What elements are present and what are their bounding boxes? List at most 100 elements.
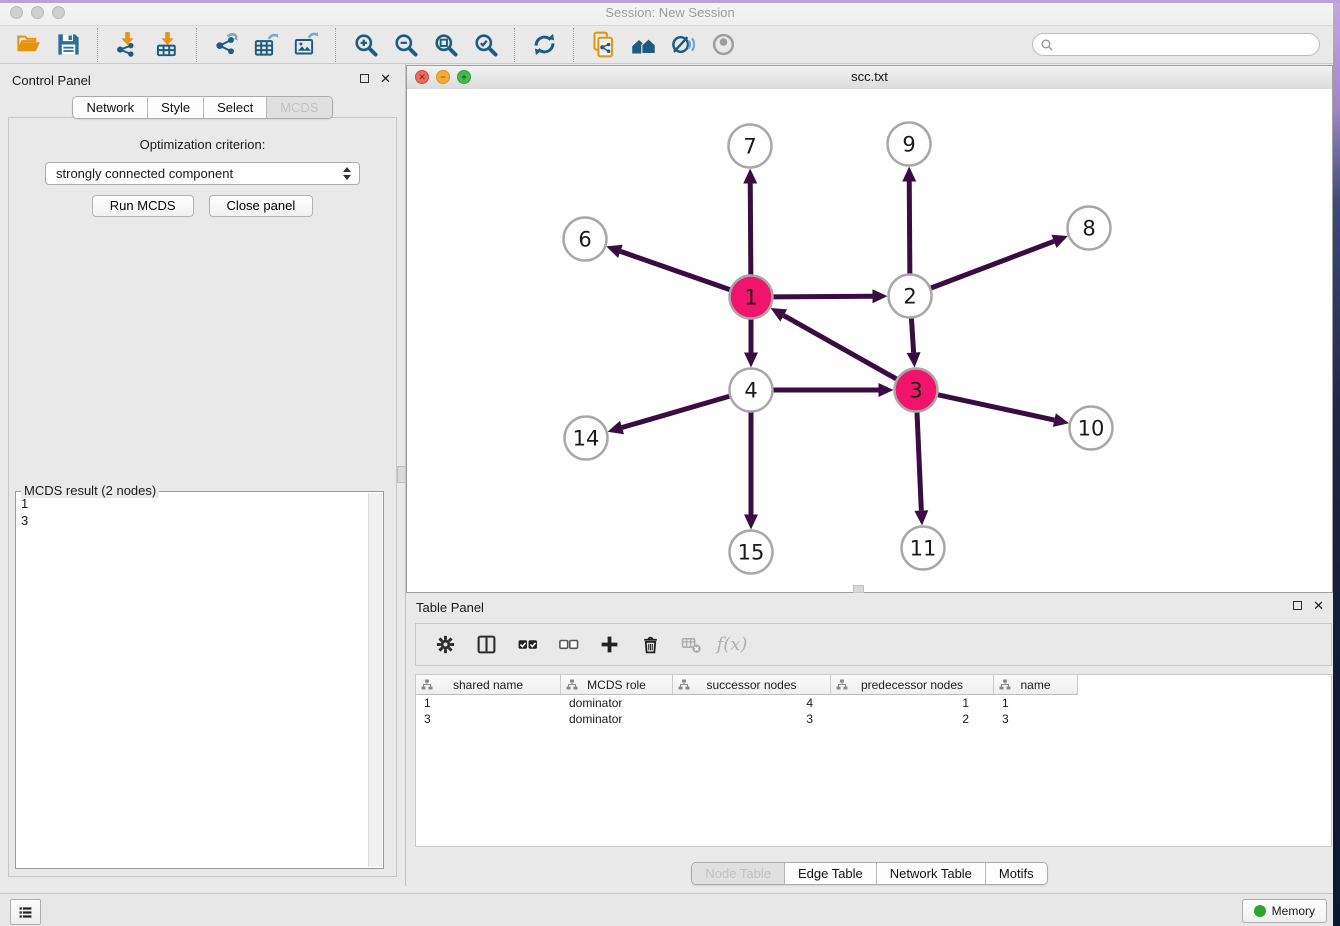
window-zoom-button[interactable]	[52, 6, 65, 19]
export-network-button[interactable]	[206, 29, 246, 61]
control-panel-float-icon[interactable]	[360, 74, 369, 83]
node-table: shared nameMCDS rolesuccessor nodesprede…	[415, 674, 1332, 847]
column-header-shared-name[interactable]: shared name	[416, 675, 561, 695]
optimization-criterion-value: strongly connected component	[56, 166, 233, 181]
delete-selected-rows-button[interactable]	[633, 630, 667, 660]
control-panel-title: Control Panel	[12, 73, 91, 88]
table-cell: dominator	[561, 712, 673, 726]
graph-edge-1-2[interactable]	[773, 296, 872, 297]
graph-edge-2-3[interactable]	[911, 318, 913, 352]
desktop-edge-top	[0, 0, 1340, 3]
graph-node-9[interactable]: 9	[888, 123, 931, 166]
graph-edge-3-10[interactable]	[938, 395, 1054, 420]
new-network-from-selection-button[interactable]	[583, 29, 623, 61]
first-neighbors-button[interactable]	[623, 29, 663, 61]
export-table-button[interactable]	[246, 29, 286, 61]
search-icon	[1040, 38, 1054, 52]
graph-node-1[interactable]: 1	[730, 276, 773, 319]
graph-node-8[interactable]: 8	[1068, 207, 1111, 250]
memory-button[interactable]: Memory	[1242, 899, 1327, 923]
zoom-in-button[interactable]	[345, 29, 385, 61]
column-tree-icon	[836, 679, 848, 691]
horizontal-splitter-handle[interactable]	[853, 585, 864, 593]
network-minimize-button[interactable]: −	[436, 70, 450, 84]
network-canvas[interactable]: 7 9 6 8 1 2 4 3 14 10 15 11	[407, 89, 1332, 592]
import-network-button[interactable]	[107, 29, 147, 61]
table-row[interactable]: 3dominator323	[416, 711, 1331, 727]
search-input[interactable]	[1054, 37, 1319, 53]
window-close-button[interactable]	[10, 6, 23, 19]
graph-node-4[interactable]: 4	[730, 369, 773, 412]
table-mode-settings-button[interactable]	[428, 630, 462, 660]
control-panel-close-icon[interactable]: ✕	[380, 73, 391, 84]
graph-node-14[interactable]: 14	[565, 417, 608, 460]
zoom-fit-button[interactable]	[425, 29, 465, 61]
table-browser-tabs: Node TableEdge TableNetwork TableMotifs	[691, 862, 1047, 885]
window-minimize-button[interactable]	[31, 6, 44, 19]
graph-node-11[interactable]: 11	[902, 527, 945, 570]
graph-edge-3-11[interactable]	[917, 412, 921, 510]
vertical-splitter-handle[interactable]	[397, 466, 406, 483]
graph-edge-1-7[interactable]	[750, 183, 751, 274]
close-panel-button[interactable]: Close panel	[209, 195, 314, 217]
hide-selected-button[interactable]	[663, 29, 703, 61]
table-panel-close-icon[interactable]: ✕	[1313, 600, 1324, 611]
save-session-button[interactable]	[48, 29, 88, 61]
run-mcds-button[interactable]: Run MCDS	[92, 195, 194, 217]
tab-select[interactable]: Select	[204, 97, 267, 118]
apply-layout-button[interactable]	[524, 29, 564, 61]
tab-network-table[interactable]: Network Table	[877, 863, 986, 884]
import-table-icon	[154, 31, 181, 58]
show-column-panel-button[interactable]	[469, 630, 503, 660]
graph-edge-3-1[interactable]	[784, 315, 897, 379]
column-header-name[interactable]: name	[994, 675, 1078, 695]
tab-network[interactable]: Network	[73, 97, 148, 118]
mcds-result-box: MCDS result (2 nodes) 1 3	[15, 491, 384, 869]
column-header-predecessor-nodes[interactable]: predecessor nodes	[831, 675, 994, 695]
graph-node-2[interactable]: 2	[889, 275, 932, 318]
graph-edge-1-6[interactable]	[620, 251, 729, 289]
zoom-fit-icon	[432, 31, 459, 58]
graph-node-7[interactable]: 7	[729, 125, 772, 168]
graph-edge-2-8[interactable]	[931, 241, 1054, 288]
graph-node-3[interactable]: 3	[895, 369, 938, 412]
toolbar-separator	[335, 28, 336, 62]
toolbar-separator	[196, 28, 197, 62]
select-all-rows-button[interactable]	[510, 630, 544, 660]
graph-node-label: 3	[909, 379, 922, 403]
network-close-button[interactable]: ✕	[415, 70, 429, 84]
deselect-all-rows-button[interactable]	[551, 630, 585, 660]
show-graphics-details-button[interactable]	[703, 29, 743, 61]
table-panel-title: Table Panel	[416, 600, 484, 615]
import-table-button[interactable]	[147, 29, 187, 61]
column-header-MCDS-role[interactable]: MCDS role	[561, 675, 673, 695]
tab-motifs[interactable]: Motifs	[986, 863, 1047, 884]
network-window-title: scc.txt	[407, 66, 1332, 88]
mcds-result-scrollbar[interactable]	[368, 493, 382, 867]
tab-node-table[interactable]: Node Table	[692, 863, 785, 884]
tab-mcds[interactable]: MCDS	[267, 97, 331, 118]
open-session-button[interactable]	[8, 29, 48, 61]
network-zoom-button[interactable]: +	[457, 70, 471, 84]
trash-icon	[640, 634, 661, 655]
select-stepper-icon	[343, 167, 351, 180]
column-header-successor-nodes[interactable]: successor nodes	[673, 675, 831, 695]
optimization-criterion-select[interactable]: strongly connected component	[45, 162, 360, 185]
tab-style[interactable]: Style	[148, 97, 204, 118]
add-column-button[interactable]	[592, 630, 626, 660]
graph-node-label: 10	[1078, 417, 1105, 441]
zoom-out-button[interactable]	[385, 29, 425, 61]
graph-edge-2-9[interactable]	[909, 181, 910, 273]
graph-node-10[interactable]: 10	[1070, 407, 1113, 450]
graph-node-6[interactable]: 6	[564, 218, 607, 261]
table-panel-float-icon[interactable]	[1293, 601, 1302, 610]
tab-edge-table[interactable]: Edge Table	[785, 863, 877, 884]
table-row[interactable]: 1dominator411	[416, 695, 1331, 711]
graph-edge-4-14[interactable]	[622, 396, 729, 427]
optimization-criterion-label: Optimization criterion:	[9, 137, 396, 152]
task-history-button[interactable]	[10, 899, 41, 925]
export-image-button[interactable]	[286, 29, 326, 61]
zoom-selected-button[interactable]	[465, 29, 505, 61]
graph-node-15[interactable]: 15	[730, 531, 773, 574]
function-builder-button: f(x)	[715, 630, 749, 660]
